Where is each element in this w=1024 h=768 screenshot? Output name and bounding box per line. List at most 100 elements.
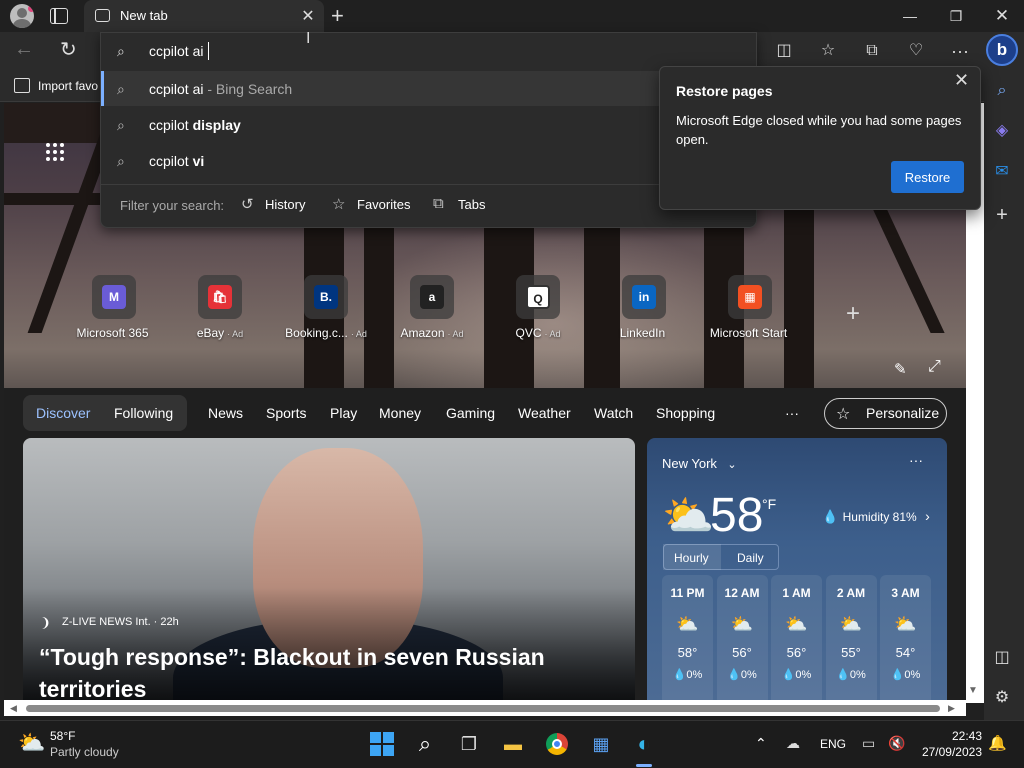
task-view-icon[interactable]: ❐	[455, 730, 483, 758]
quick-link-tile[interactable]: a Amazon · Ad	[382, 275, 482, 340]
filter-tabs[interactable]: Tabs	[458, 197, 485, 212]
file-explorer-icon[interactable]: ▬	[499, 730, 527, 758]
taskbar-temp[interactable]: 58°F	[50, 729, 75, 743]
weather-humidity-link[interactable]: 💧 Humidity 81% ›	[822, 508, 930, 526]
notification-bell-icon[interactable]: 🔔	[988, 734, 1007, 752]
clock-date[interactable]: 27/09/2023	[918, 745, 982, 759]
filter-favorites[interactable]: Favorites	[357, 197, 410, 212]
sidebar-settings-icon[interactable]: ⚙	[990, 686, 1014, 710]
quick-link-logo-icon: M	[102, 285, 126, 309]
refresh-button[interactable]: ↻	[60, 37, 77, 62]
humidity-text: Humidity 81%	[842, 510, 917, 524]
partly-cloudy-night-icon: ⛅	[894, 614, 917, 634]
weather-temperature: 58	[710, 489, 764, 542]
close-icon[interactable]: ✕	[954, 70, 969, 91]
mouse-cursor-icon: I	[306, 30, 311, 47]
minimize-button[interactable]: —	[887, 4, 933, 28]
expand-icon[interactable]: ⤢	[928, 358, 941, 376]
tab-sports[interactable]: Sports	[266, 405, 306, 421]
suggestion-item[interactable]: ccpilot ai - Bing Search	[149, 81, 292, 97]
horizontal-scroll-thumb[interactable]	[26, 705, 940, 712]
import-favorites-link[interactable]: Import favo	[38, 79, 98, 93]
language-indicator[interactable]: ENG	[820, 737, 846, 751]
display-icon[interactable]: ▭	[862, 735, 875, 752]
tab-discover[interactable]: Discover	[36, 405, 90, 421]
add-quick-link-icon[interactable]: +	[846, 300, 860, 328]
quick-link-tile[interactable]: M Microsoft 365	[64, 275, 164, 340]
chevron-up-icon[interactable]: ⌃	[755, 735, 767, 752]
back-button[interactable]: ←	[14, 38, 34, 61]
hourly-forecast-item[interactable]: 2 AM ⛅ 55° 💧0%	[825, 575, 877, 705]
tab-money[interactable]: Money	[379, 405, 421, 421]
taskbar-condition[interactable]: Partly cloudy	[50, 745, 119, 759]
search-icon: ⌕	[117, 153, 125, 169]
search-icon[interactable]: ⌕	[411, 730, 439, 758]
volume-muted-icon[interactable]: 🔇	[888, 735, 905, 752]
split-screen-icon[interactable]: ◫	[773, 40, 795, 62]
start-button[interactable]	[368, 730, 396, 758]
search-icon[interactable]: ⌕	[990, 79, 1014, 103]
tab-close-icon[interactable]: ✕	[300, 6, 316, 26]
bing-copilot-button[interactable]: b	[986, 34, 1018, 66]
tab-following[interactable]: Following	[114, 405, 173, 421]
address-input[interactable]: ccpilot ai	[149, 43, 203, 59]
hourly-forecast-item[interactable]: 1 AM ⛅ 56° 💧0%	[771, 575, 822, 705]
news-headline[interactable]: “Tough response”: Blackout in seven Russ…	[39, 641, 599, 705]
edge-icon[interactable]: ◐	[630, 730, 658, 758]
tab-news[interactable]: News	[208, 405, 243, 421]
suggestion-item[interactable]: ccpilot display	[149, 117, 241, 133]
add-sidebar-app-icon[interactable]: +	[990, 203, 1014, 227]
feed-more-button[interactable]: ···	[785, 405, 799, 421]
tab-watch[interactable]: Watch	[594, 405, 633, 421]
microsoft-store-icon[interactable]: ▦	[587, 730, 615, 758]
hourly-forecast-item[interactable]: 12 AM ⛅ 56° 💧0%	[716, 575, 768, 705]
chrome-icon[interactable]	[543, 730, 571, 758]
hourly-forecast-item[interactable]: 3 AM ⛅ 54° 💧0%	[880, 575, 931, 705]
tab-actions-icon[interactable]	[50, 8, 68, 24]
scroll-left-arrow-icon[interactable]: ◀	[10, 703, 17, 714]
quick-link-tile[interactable]: Q QVC · Ad	[488, 275, 588, 340]
quick-link-icon-tile: a	[410, 275, 454, 319]
quick-link-tile[interactable]: ▦ Microsoft Start	[700, 275, 800, 340]
quick-link-tile[interactable]: B. Booking.c... · Ad	[276, 275, 376, 340]
browser-essentials-icon[interactable]: ♡	[905, 40, 927, 62]
quick-link-tile[interactable]: in LinkedIn	[594, 275, 694, 340]
weather-city-selector[interactable]: New York ⌄	[662, 455, 737, 473]
restore-message: Microsoft Edge closed while you had some…	[676, 113, 962, 147]
collections-icon[interactable]: ⧉	[861, 40, 883, 62]
weather-widget-icon[interactable]: ⛅	[18, 730, 45, 756]
outlook-icon[interactable]: ✉	[990, 160, 1014, 184]
filter-history[interactable]: History	[265, 197, 305, 212]
history-icon: ↺	[241, 196, 254, 213]
tab-daily[interactable]: Daily	[737, 551, 764, 565]
forecast-time: 11 PM	[670, 586, 705, 600]
forecast-temp: 56°	[786, 645, 807, 660]
settings-more-icon[interactable]: ···	[949, 40, 971, 62]
scroll-down-arrow-icon[interactable]: ▼	[968, 685, 978, 696]
suggestion-completion: display	[192, 117, 241, 133]
quick-link-tile[interactable]: 🛍 eBay · Ad	[170, 275, 270, 340]
tab-gaming[interactable]: Gaming	[446, 405, 495, 421]
scroll-right-arrow-icon[interactable]: ▶	[948, 703, 955, 714]
onedrive-icon[interactable]: ☁	[786, 735, 800, 752]
suggestion-suffix: - Bing Search	[203, 81, 293, 97]
hide-sidebar-icon[interactable]: ◫	[990, 646, 1014, 670]
quick-link-icon-tile: in	[622, 275, 666, 319]
customize-background-icon[interactable]: ✎	[894, 360, 907, 378]
new-tab-button[interactable]: +	[331, 3, 344, 29]
suggestion-item[interactable]: ccpilot vi	[149, 153, 204, 169]
tab-shopping[interactable]: Shopping	[656, 405, 715, 421]
close-window-button[interactable]: ✕	[979, 4, 1024, 28]
favorites-star-icon[interactable]: ☆	[817, 40, 839, 62]
hourly-forecast-item[interactable]: 11 PM ⛅ 58° 💧0%	[662, 575, 713, 705]
app-launcher-icon[interactable]	[46, 143, 66, 163]
copilot-icon[interactable]: ◈	[990, 119, 1014, 143]
tab-weather[interactable]: Weather	[518, 405, 571, 421]
restore-button[interactable]: Restore	[891, 161, 964, 193]
weather-more-icon[interactable]: ···	[909, 452, 923, 468]
clock-time[interactable]: 22:43	[952, 729, 982, 743]
restore-window-button[interactable]: ❐	[933, 4, 979, 28]
import-favorites-icon	[14, 78, 30, 93]
profile-avatar[interactable]	[10, 4, 34, 28]
tab-play[interactable]: Play	[330, 405, 357, 421]
